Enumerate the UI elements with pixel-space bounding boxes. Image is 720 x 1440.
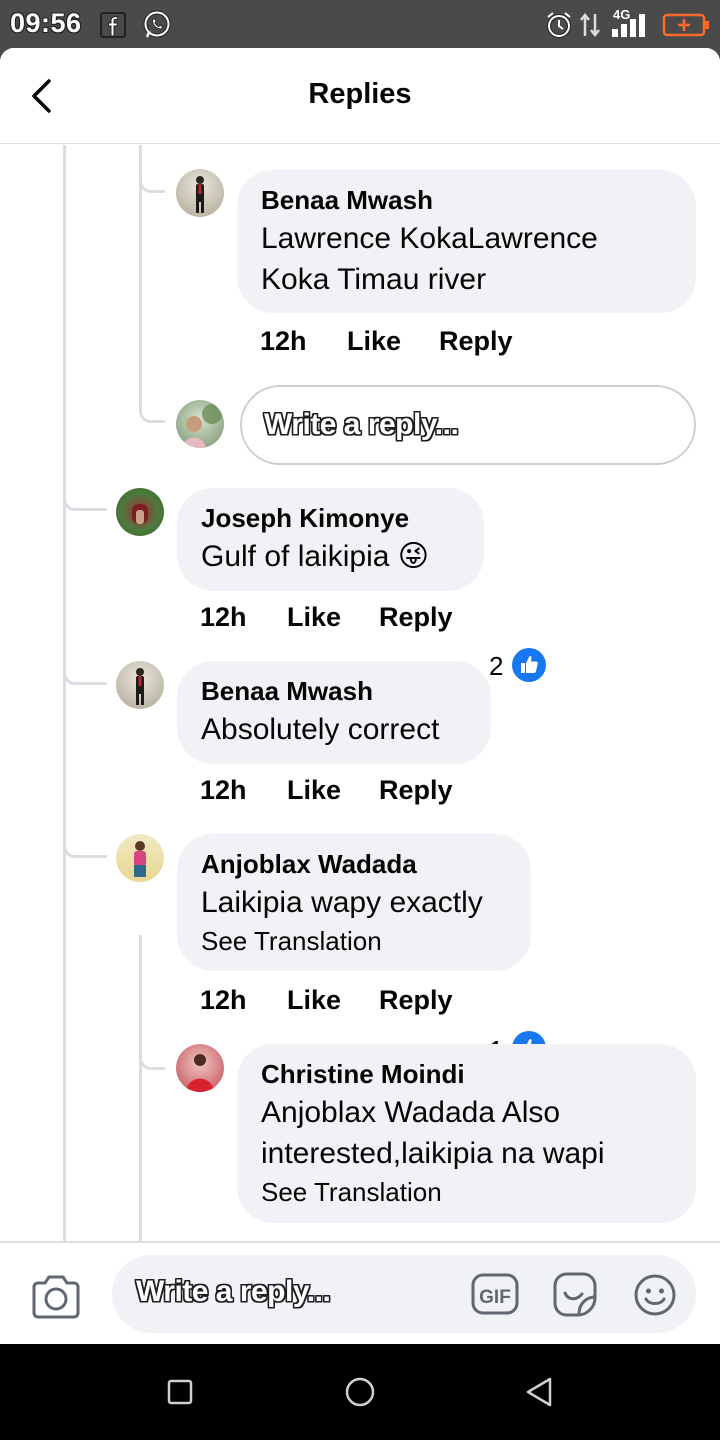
system-navigation-bar — [0, 1344, 720, 1440]
thread-line-outer — [63, 145, 66, 1241]
avatar[interactable] — [116, 661, 164, 709]
avatar-image — [186, 1054, 214, 1092]
reply-input[interactable]: Write a reply... GIF — [112, 1255, 696, 1333]
signal-icon — [612, 14, 645, 37]
avatar[interactable] — [116, 488, 164, 536]
emoji-icon[interactable] — [632, 1272, 678, 1318]
thread-line-nested — [139, 935, 142, 1241]
page-title: Replies — [308, 78, 412, 110]
avatar-image — [134, 841, 146, 877]
current-user-avatar — [176, 400, 224, 448]
avatar-image — [132, 504, 148, 524]
comment-author[interactable]: Benaa Mwash — [261, 184, 672, 216]
recent-apps-button[interactable] — [166, 1374, 194, 1410]
see-translation-link[interactable]: See Translation — [261, 1174, 672, 1210]
thread-connector — [63, 385, 107, 511]
reply-button[interactable]: Reply — [439, 326, 513, 357]
comment-bubble[interactable]: Anjoblax Wadada Laikipia wapy exactly Se… — [177, 834, 531, 971]
comment-bubble[interactable]: Christine Moindi Anjoblax Wadada Also in… — [237, 1044, 696, 1223]
comment-time: 12h — [200, 985, 247, 1015]
comment-time: 12h — [200, 602, 247, 632]
reply-button[interactable]: Reply — [379, 775, 453, 806]
thread-connector — [139, 995, 165, 1070]
data-transfer-icon — [580, 12, 600, 38]
like-button[interactable]: Like — [287, 985, 341, 1016]
thumbs-up-icon — [521, 656, 538, 673]
comment-text: Laikipia wapy exactly — [201, 886, 483, 919]
like-button[interactable]: Like — [347, 326, 401, 357]
reply-button[interactable]: Reply — [379, 985, 453, 1016]
facebook-icon — [100, 12, 126, 38]
replies-panel: Replies Benaa Mwash Lawrence KokaLawrenc… — [0, 48, 720, 1344]
thread-connector — [63, 705, 107, 858]
avatar[interactable] — [176, 169, 224, 217]
comment-time: 12h — [200, 775, 247, 805]
comment-bubble[interactable]: Benaa Mwash Lawrence KokaLawrence Koka T… — [237, 170, 696, 313]
comment-time: 12h — [260, 326, 307, 356]
replies-thread: Benaa Mwash Lawrence KokaLawrence Koka T… — [0, 145, 720, 1241]
comment-author[interactable]: Joseph Kimonye — [201, 502, 460, 534]
gif-label: GIF — [479, 1287, 511, 1308]
comment-author[interactable]: Anjoblax Wadada — [201, 848, 507, 880]
alarm-icon — [547, 12, 571, 38]
status-bar: 09:56 4G — [0, 0, 720, 48]
like-button[interactable]: Like — [287, 602, 341, 633]
comment-actions: 12h Like Reply — [200, 602, 560, 638]
reply-composer: Write a reply... GIF — [0, 1241, 720, 1344]
thread-connector — [139, 175, 165, 423]
like-reaction-icon[interactable] — [512, 648, 546, 682]
comment-bubble[interactable]: Benaa Mwash Absolutely correct — [177, 661, 491, 764]
comment-text: Lawrence KokaLawrence — [261, 222, 598, 255]
comment-text: interested,laikipia na wapi — [261, 1137, 605, 1170]
comment-actions: 12h Like Reply — [200, 985, 560, 1021]
comment-text: Absolutely correct — [201, 713, 440, 746]
thread-connector — [63, 545, 107, 685]
gif-icon[interactable]: GIF — [470, 1272, 520, 1316]
inline-reply-placeholder: Write a reply... — [264, 408, 459, 441]
like-button[interactable]: Like — [287, 775, 341, 806]
avatar[interactable] — [176, 1044, 224, 1092]
comment-author[interactable]: Benaa Mwash — [201, 675, 467, 707]
avatar-image — [182, 404, 222, 448]
whatsapp-icon — [143, 10, 171, 38]
avatar-image — [196, 176, 204, 213]
camera-icon[interactable] — [30, 1275, 82, 1321]
comment-bubble[interactable]: Joseph Kimonye Gulf of laikipia 😜 — [177, 488, 484, 591]
comment-actions: 12h Like Reply — [260, 326, 560, 362]
comment-text: Anjoblax Wadada Also — [261, 1096, 561, 1129]
avatar-image — [136, 668, 144, 705]
reply-button[interactable]: Reply — [379, 602, 453, 633]
home-button[interactable] — [342, 1374, 378, 1410]
comment-text: Gulf of laikipia 😜 — [201, 540, 430, 573]
comment-text: Koka Timau river — [261, 263, 487, 296]
like-count[interactable]: 2 — [489, 651, 503, 682]
see-translation-link[interactable]: See Translation — [201, 923, 507, 959]
sticker-icon[interactable] — [550, 1270, 600, 1318]
inline-reply-input[interactable]: Write a reply... — [240, 385, 696, 465]
status-time: 09:56 — [10, 8, 82, 38]
reply-input-placeholder: Write a reply... — [136, 1275, 331, 1308]
battery-icon — [662, 13, 709, 37]
comment-actions: 12h Like Reply — [200, 775, 500, 811]
back-button[interactable] — [522, 1374, 558, 1410]
header: Replies — [0, 48, 720, 144]
comment-author[interactable]: Christine Moindi — [261, 1058, 672, 1090]
avatar[interactable] — [116, 834, 164, 882]
